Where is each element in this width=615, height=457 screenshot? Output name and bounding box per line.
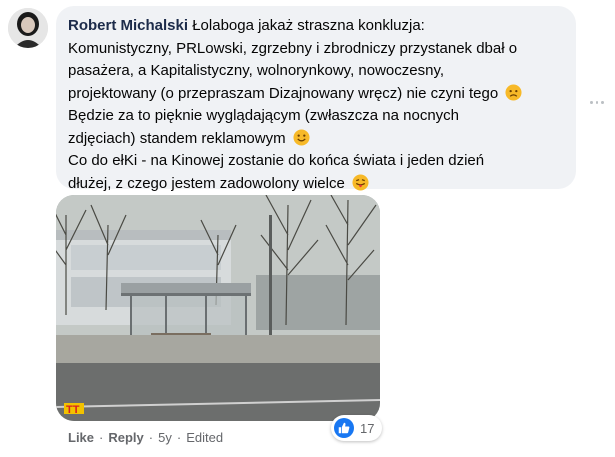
- frowning-face-emoji: [505, 83, 522, 101]
- more-options-button[interactable]: [590, 98, 605, 106]
- timestamp[interactable]: 5y: [158, 430, 172, 445]
- reply-link[interactable]: Reply: [108, 430, 143, 445]
- edited-label[interactable]: Edited: [186, 430, 223, 445]
- avatar-image: [8, 8, 48, 48]
- like-link[interactable]: Like: [68, 430, 94, 445]
- comment-line-8: dłużej, z czego jestem zadowolony wielce: [68, 173, 564, 196]
- comment-line-2: Komunistyczny, PRLowski, zgrzebny i zbro…: [68, 39, 518, 57]
- comment-line-6: zdjęciach) standem reklamowym: [68, 128, 564, 151]
- separator: ·: [148, 430, 154, 445]
- dot-icon: [595, 100, 599, 104]
- comment-actions: Like · Reply · 5y · Edited: [68, 430, 223, 445]
- separator: ·: [99, 430, 104, 445]
- bus-stop-photo: TT: [56, 195, 380, 421]
- comment-body: Robert Michalski Łolaboga jakaż straszna…: [68, 15, 564, 195]
- attached-photo[interactable]: TT: [56, 195, 380, 421]
- thumbs-up-icon: [334, 418, 354, 438]
- dot-icon: [590, 100, 593, 104]
- comment-text-segment: Łolaboga jakaż straszna konkluzja:: [192, 17, 425, 34]
- reaction-summary[interactable]: 17: [331, 415, 383, 441]
- author-name[interactable]: Robert Michalski: [68, 17, 188, 34]
- reaction-count: 17: [360, 420, 375, 436]
- comment-bubble: Robert Michalski Łolaboga jakaż straszna…: [56, 6, 576, 192]
- separator: ·: [176, 430, 182, 445]
- comment-line-5: Będzie za to pięknie wyglądającym (zwłas…: [68, 107, 460, 124]
- comment-text-segment: zdjęciach) standem reklamowym: [68, 129, 286, 147]
- comment-line-4: projektowany (o przepraszam Dizajnowany …: [68, 83, 564, 106]
- comment-line-1: Robert Michalski Łolaboga jakaż straszna…: [68, 15, 564, 38]
- comment-text-segment: projektowany (o przepraszam Dizajnowany …: [68, 84, 499, 102]
- avatar[interactable]: [8, 8, 48, 48]
- comment-line-7: Co do ełKi - na Kinowej zostanie do końc…: [68, 152, 485, 169]
- svg-text:TT: TT: [66, 404, 80, 416]
- comment-line-3: pasażera, a Kapitalistyczny, wolnorynkow…: [68, 62, 445, 79]
- tongue-out-emoji: [352, 173, 369, 191]
- smiling-face-emoji: [293, 128, 310, 146]
- comment-text-segment: dłużej, z czego jestem zadowolony wielce: [68, 174, 345, 192]
- dot-icon: [601, 100, 605, 104]
